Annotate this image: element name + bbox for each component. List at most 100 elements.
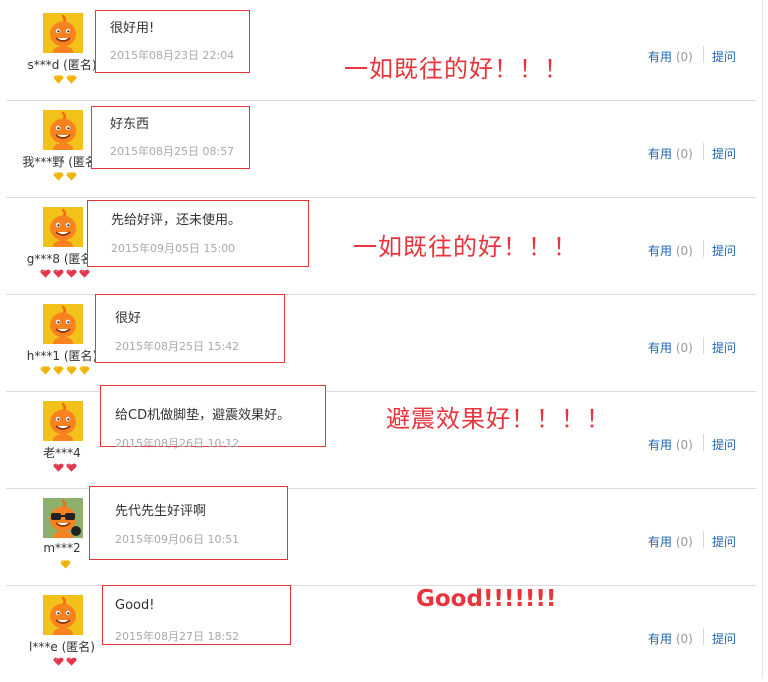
member-level-badge [6, 366, 124, 375]
review-bubble: 先代先生好评啊 2015年09月06日 10:51 [89, 486, 288, 560]
action-divider [703, 628, 704, 645]
review-content: Good! [115, 598, 155, 613]
action-divider [703, 337, 704, 354]
useful-count: (0) [675, 535, 693, 549]
useful-button[interactable]: 有用 (0) [648, 630, 693, 647]
review-row: 我***野 (匿名) 好东西 2015年08月25日 08:57 有用 (0) … [6, 100, 756, 198]
annotation-text: 一如既往的好！！！ [344, 55, 569, 83]
avatar[interactable] [43, 304, 83, 344]
heart-gem-icon [53, 269, 64, 278]
ask-button[interactable]: 提问 [712, 533, 736, 550]
review-bubble: 很好 2015年08月25日 15:42 [95, 294, 285, 363]
useful-button[interactable]: 有用 (0) [648, 145, 693, 162]
useful-count: (0) [675, 341, 693, 355]
diamond-icon [66, 172, 77, 181]
review-bubble: Good! 2015年08月27日 18:52 [102, 585, 291, 645]
review-time: 2015年08月27日 18:52 [115, 630, 240, 643]
ask-button[interactable]: 提问 [712, 339, 736, 356]
action-divider [703, 46, 704, 63]
avatar[interactable] [43, 401, 83, 441]
ask-button[interactable]: 提问 [712, 630, 736, 647]
useful-button[interactable]: 有用 (0) [648, 436, 693, 453]
review-bubble: 给CD机做脚垫，避震效果好。 2015年08月26日 10:12 [100, 385, 326, 450]
heart-gem-icon [40, 269, 51, 278]
review-row: 老***4 给CD机做脚垫，避震效果好。 2015年08月26日 10:12 避… [6, 385, 756, 489]
annotation-text: Good!!!!!!! [416, 586, 557, 612]
action-divider [703, 143, 704, 160]
action-divider [703, 240, 704, 257]
useful-button[interactable]: 有用 (0) [648, 48, 693, 65]
diamond-icon [53, 172, 64, 181]
review-time: 2015年09月06日 10:51 [115, 533, 240, 546]
review-time: 2015年08月25日 08:57 [110, 145, 235, 158]
review-time: 2015年08月26日 10:12 [115, 437, 240, 450]
useful-button[interactable]: 有用 (0) [648, 533, 693, 550]
mascot-icon [50, 208, 76, 247]
list-border [762, 0, 763, 678]
avatar[interactable] [43, 110, 83, 150]
ask-button[interactable]: 提问 [712, 242, 736, 259]
useful-count: (0) [675, 632, 693, 646]
review-list: s***d (匿名) 很好用! 2015年08月23日 22:04 一如既往的好… [0, 0, 768, 678]
useful-label: 有用 [648, 535, 673, 549]
review-row: h***1 (匿名) 很好 2015年08月25日 15:42 有用 (0) 提… [6, 294, 756, 392]
useful-label: 有用 [648, 632, 673, 646]
member-level-badge [6, 172, 124, 181]
ask-button[interactable]: 提问 [712, 145, 736, 162]
review-bubble: 好东西 2015年08月25日 08:57 [91, 106, 250, 169]
useful-label: 有用 [648, 438, 673, 452]
avatar[interactable] [43, 207, 83, 247]
useful-label: 有用 [648, 244, 673, 258]
review-content: 很好 [115, 311, 142, 326]
useful-label: 有用 [648, 50, 673, 64]
member-level-badge [6, 560, 124, 569]
member-level-badge [6, 657, 124, 666]
review-content: 先给好评，还未使用。 [111, 213, 242, 228]
action-divider [703, 531, 704, 548]
useful-button[interactable]: 有用 (0) [648, 339, 693, 356]
mascot-icon [50, 596, 76, 635]
mascot-glasses-icon [50, 499, 81, 538]
review-row: g***8 (匿名) 先给好评，还未使用。 2015年09月05日 15:00 … [6, 197, 756, 295]
review-time: 2015年09月05日 15:00 [111, 242, 236, 255]
avatar[interactable] [43, 498, 83, 538]
diamond-icon [66, 75, 77, 84]
member-level-badge [6, 463, 124, 472]
review-row: m***2 先代先生好评啊 2015年09月06日 10:51 有用 (0) 提… [6, 486, 756, 586]
review-content: 先代先生好评啊 [115, 504, 207, 519]
heart-gem-icon [79, 269, 90, 278]
member-level-badge [6, 75, 124, 84]
mascot-icon [50, 402, 76, 441]
review-content: 好东西 [110, 117, 150, 132]
diamond-icon [53, 75, 64, 84]
annotation-text: 一如既往的好！！！ [353, 233, 578, 261]
useful-count: (0) [675, 244, 693, 258]
mascot-icon [50, 305, 76, 344]
ask-button[interactable]: 提问 [712, 436, 736, 453]
useful-count: (0) [675, 147, 693, 161]
review-time: 2015年08月25日 15:42 [115, 340, 240, 353]
avatar[interactable] [43, 13, 83, 53]
annotation-text: 避震效果好！！！！ [386, 405, 611, 433]
review-row: s***d (匿名) 很好用! 2015年08月23日 22:04 一如既往的好… [6, 3, 756, 101]
useful-label: 有用 [648, 341, 673, 355]
review-bubble: 先给好评，还未使用。 2015年09月05日 15:00 [87, 200, 309, 267]
heart-gem-icon [53, 657, 64, 666]
useful-button[interactable]: 有用 (0) [648, 242, 693, 259]
mascot-icon [50, 14, 76, 53]
diamond-icon [40, 366, 51, 375]
action-divider [703, 434, 704, 451]
avatar[interactable] [43, 595, 83, 635]
ask-button[interactable]: 提问 [712, 48, 736, 65]
diamond-icon [59, 560, 71, 569]
review-row: l***e (匿名) Good! 2015年08月27日 18:52 Good!… [6, 585, 756, 682]
heart-gem-icon [66, 269, 77, 278]
member-level-badge [6, 269, 124, 278]
review-bubble: 很好用! 2015年08月23日 22:04 [95, 10, 250, 73]
review-content: 很好用! [110, 21, 155, 36]
heart-gem-icon [53, 463, 64, 472]
useful-label: 有用 [648, 147, 673, 161]
diamond-icon [53, 366, 64, 375]
review-content: 给CD机做脚垫，避震效果好。 [115, 408, 291, 423]
diamond-icon [66, 366, 77, 375]
